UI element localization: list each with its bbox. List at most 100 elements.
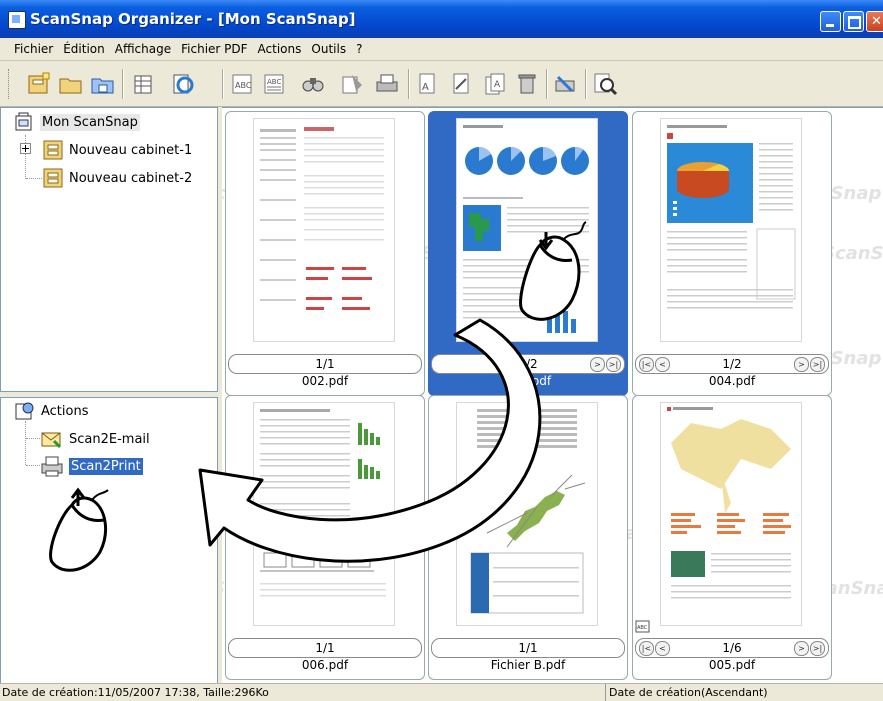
- file-name: 002.pdf: [301, 374, 349, 388]
- page-count: 1/6: [722, 641, 742, 655]
- page-preview: [457, 119, 597, 341]
- status-sort[interactable]: Date de création(Ascendant): [605, 684, 768, 701]
- page-preview: [254, 119, 394, 341]
- toolbar: ABC ABC A A: [0, 61, 883, 107]
- email-icon: [41, 432, 62, 449]
- svg-text:A: A: [494, 80, 501, 90]
- page-count: 1/1: [315, 641, 335, 655]
- page-preview: [661, 403, 801, 625]
- tree-cabinet-1[interactable]: Nouveau cabinet-1: [42, 139, 192, 161]
- scan-icon[interactable]: [340, 71, 366, 97]
- prev-page-button[interactable]: <: [655, 641, 670, 656]
- annotate-icon[interactable]: [448, 71, 474, 97]
- new-cabinet-icon[interactable]: [26, 71, 52, 97]
- cabinet-icon: [43, 168, 63, 188]
- minimize-button[interactable]: [820, 11, 841, 32]
- cabinet-2-label: Nouveau cabinet-2: [69, 170, 193, 186]
- pages-icon[interactable]: A: [482, 71, 508, 97]
- file-name: 004.pdf: [708, 374, 756, 388]
- next-page-button[interactable]: >: [794, 357, 809, 372]
- menu-bar: Fichier Édition Affichage Fichier PDF Action…: [0, 38, 883, 61]
- merge-pages-icon[interactable]: A: [414, 71, 440, 97]
- page-indicator: 1/2 > >|: [431, 354, 625, 374]
- tree-cabinet-2[interactable]: Nouveau cabinet-2: [42, 167, 192, 189]
- menu-fichier[interactable]: Fichier: [0, 38, 58, 60]
- scan2email-label: Scan2E-mail: [69, 431, 150, 447]
- thumbnail-cell[interactable]: 1/1 006.pdf: [225, 395, 425, 680]
- status-bar: Date de création:11/05/2007 17:38, Taill…: [0, 683, 883, 701]
- page-indicator: 1/1: [228, 638, 422, 658]
- prev-page-button[interactable]: <: [655, 357, 670, 372]
- settings-tools-icon[interactable]: [552, 71, 578, 97]
- text-recognition-icon[interactable]: ABC: [262, 71, 288, 97]
- scansnap-root-icon: [15, 112, 32, 131]
- expand-toggle[interactable]: [20, 143, 31, 154]
- cabinet-1-label: Nouveau cabinet-1: [69, 142, 193, 158]
- zoom-in-icon[interactable]: [592, 71, 618, 97]
- window-title: ScanSnap Organizer - [Mon ScanSnap]: [30, 10, 356, 28]
- menu-affichage[interactable]: Affichage: [110, 38, 176, 60]
- file-name: 003.pdf: [504, 374, 552, 388]
- status-info: Date de création:11/05/2007 17:38, Taill…: [2, 686, 269, 699]
- title-bar: ScanSnap Organizer - [Mon ScanSnap] ✕: [0, 0, 883, 38]
- print-icon[interactable]: [374, 71, 400, 97]
- actions-header[interactable]: Actions: [14, 400, 89, 422]
- page-indicator: |< < 1/2 > >|: [635, 354, 829, 374]
- ocr-badge-icon: ABC: [635, 620, 650, 633]
- file-name: 005.pdf: [708, 658, 756, 672]
- svg-text:ABC: ABC: [267, 78, 281, 86]
- action-scan2print[interactable]: Scan2Print: [40, 454, 143, 478]
- svg-text:ABC: ABC: [235, 81, 252, 90]
- toolbar-grip[interactable]: [8, 69, 12, 99]
- first-page-button[interactable]: |<: [639, 357, 654, 372]
- actions-icon: [15, 402, 34, 420]
- printer-icon: [41, 456, 63, 477]
- thumbnail-cell[interactable]: ABC |< < 1/6 > >| 005.pdf: [632, 395, 832, 680]
- last-page-button[interactable]: >|: [606, 357, 621, 372]
- page-count: 1/2: [518, 357, 538, 371]
- menu-fichier-pdf[interactable]: Fichier PDF: [176, 38, 252, 60]
- svg-text:ABC: ABC: [637, 625, 648, 631]
- close-button[interactable]: ✕: [866, 11, 883, 32]
- maximize-button[interactable]: [843, 11, 864, 32]
- page-count: 1/1: [518, 641, 538, 655]
- menu-actions[interactable]: Actions: [253, 38, 307, 60]
- thumbnail-area: ScanSnap ScanSnap ScanSnap ScanSnap Scan…: [222, 107, 883, 683]
- tree-root-mon-scansnap[interactable]: Mon ScanSnap: [14, 112, 140, 132]
- page-count: 1/1: [315, 357, 335, 371]
- menu-help[interactable]: ?: [351, 38, 367, 60]
- page-preview: [661, 119, 801, 341]
- view-layout-icon[interactable]: [132, 71, 158, 97]
- action-scan2email[interactable]: Scan2E-mail: [40, 427, 150, 451]
- menu-outils[interactable]: Outils: [306, 38, 351, 60]
- next-page-button[interactable]: >: [590, 357, 605, 372]
- new-folder-icon[interactable]: [58, 71, 84, 97]
- scan2print-label: Scan2Print: [69, 457, 143, 475]
- page-indicator: 1/1: [431, 638, 625, 658]
- thumbnail-cell[interactable]: |< < 1/2 > >| 004.pdf: [632, 111, 832, 396]
- ocr-icon[interactable]: ABC: [230, 71, 256, 97]
- app-icon: [8, 11, 26, 29]
- next-page-button[interactable]: >: [794, 641, 809, 656]
- thumbnail-cell[interactable]: 1/1 002.pdf: [225, 111, 425, 396]
- last-page-button[interactable]: >|: [810, 357, 825, 372]
- first-page-button[interactable]: |<: [639, 641, 654, 656]
- page-preview: [457, 403, 597, 625]
- thumbnail-cell[interactable]: 1/1 Fichier B.pdf: [428, 395, 628, 680]
- file-name: Fichier B.pdf: [490, 658, 566, 672]
- svg-text:A: A: [422, 82, 429, 93]
- page-indicator: 1/1: [228, 354, 422, 374]
- file-name: 006.pdf: [301, 658, 349, 672]
- page-count: 1/2: [722, 357, 742, 371]
- trash-icon[interactable]: [514, 71, 540, 97]
- menu-edition[interactable]: Édition: [58, 38, 110, 60]
- thumbnail-cell-selected[interactable]: 1/2 > >| 003.pdf: [428, 111, 628, 396]
- page-preview: [254, 403, 394, 625]
- tree-root-label: Mon ScanSnap: [40, 113, 140, 131]
- open-folder-icon[interactable]: [90, 71, 116, 97]
- last-page-button[interactable]: >|: [810, 641, 825, 656]
- actions-header-label: Actions: [41, 403, 89, 419]
- rotate-icon[interactable]: [170, 71, 196, 97]
- cabinet-icon: [43, 140, 63, 160]
- search-icon[interactable]: [300, 71, 326, 97]
